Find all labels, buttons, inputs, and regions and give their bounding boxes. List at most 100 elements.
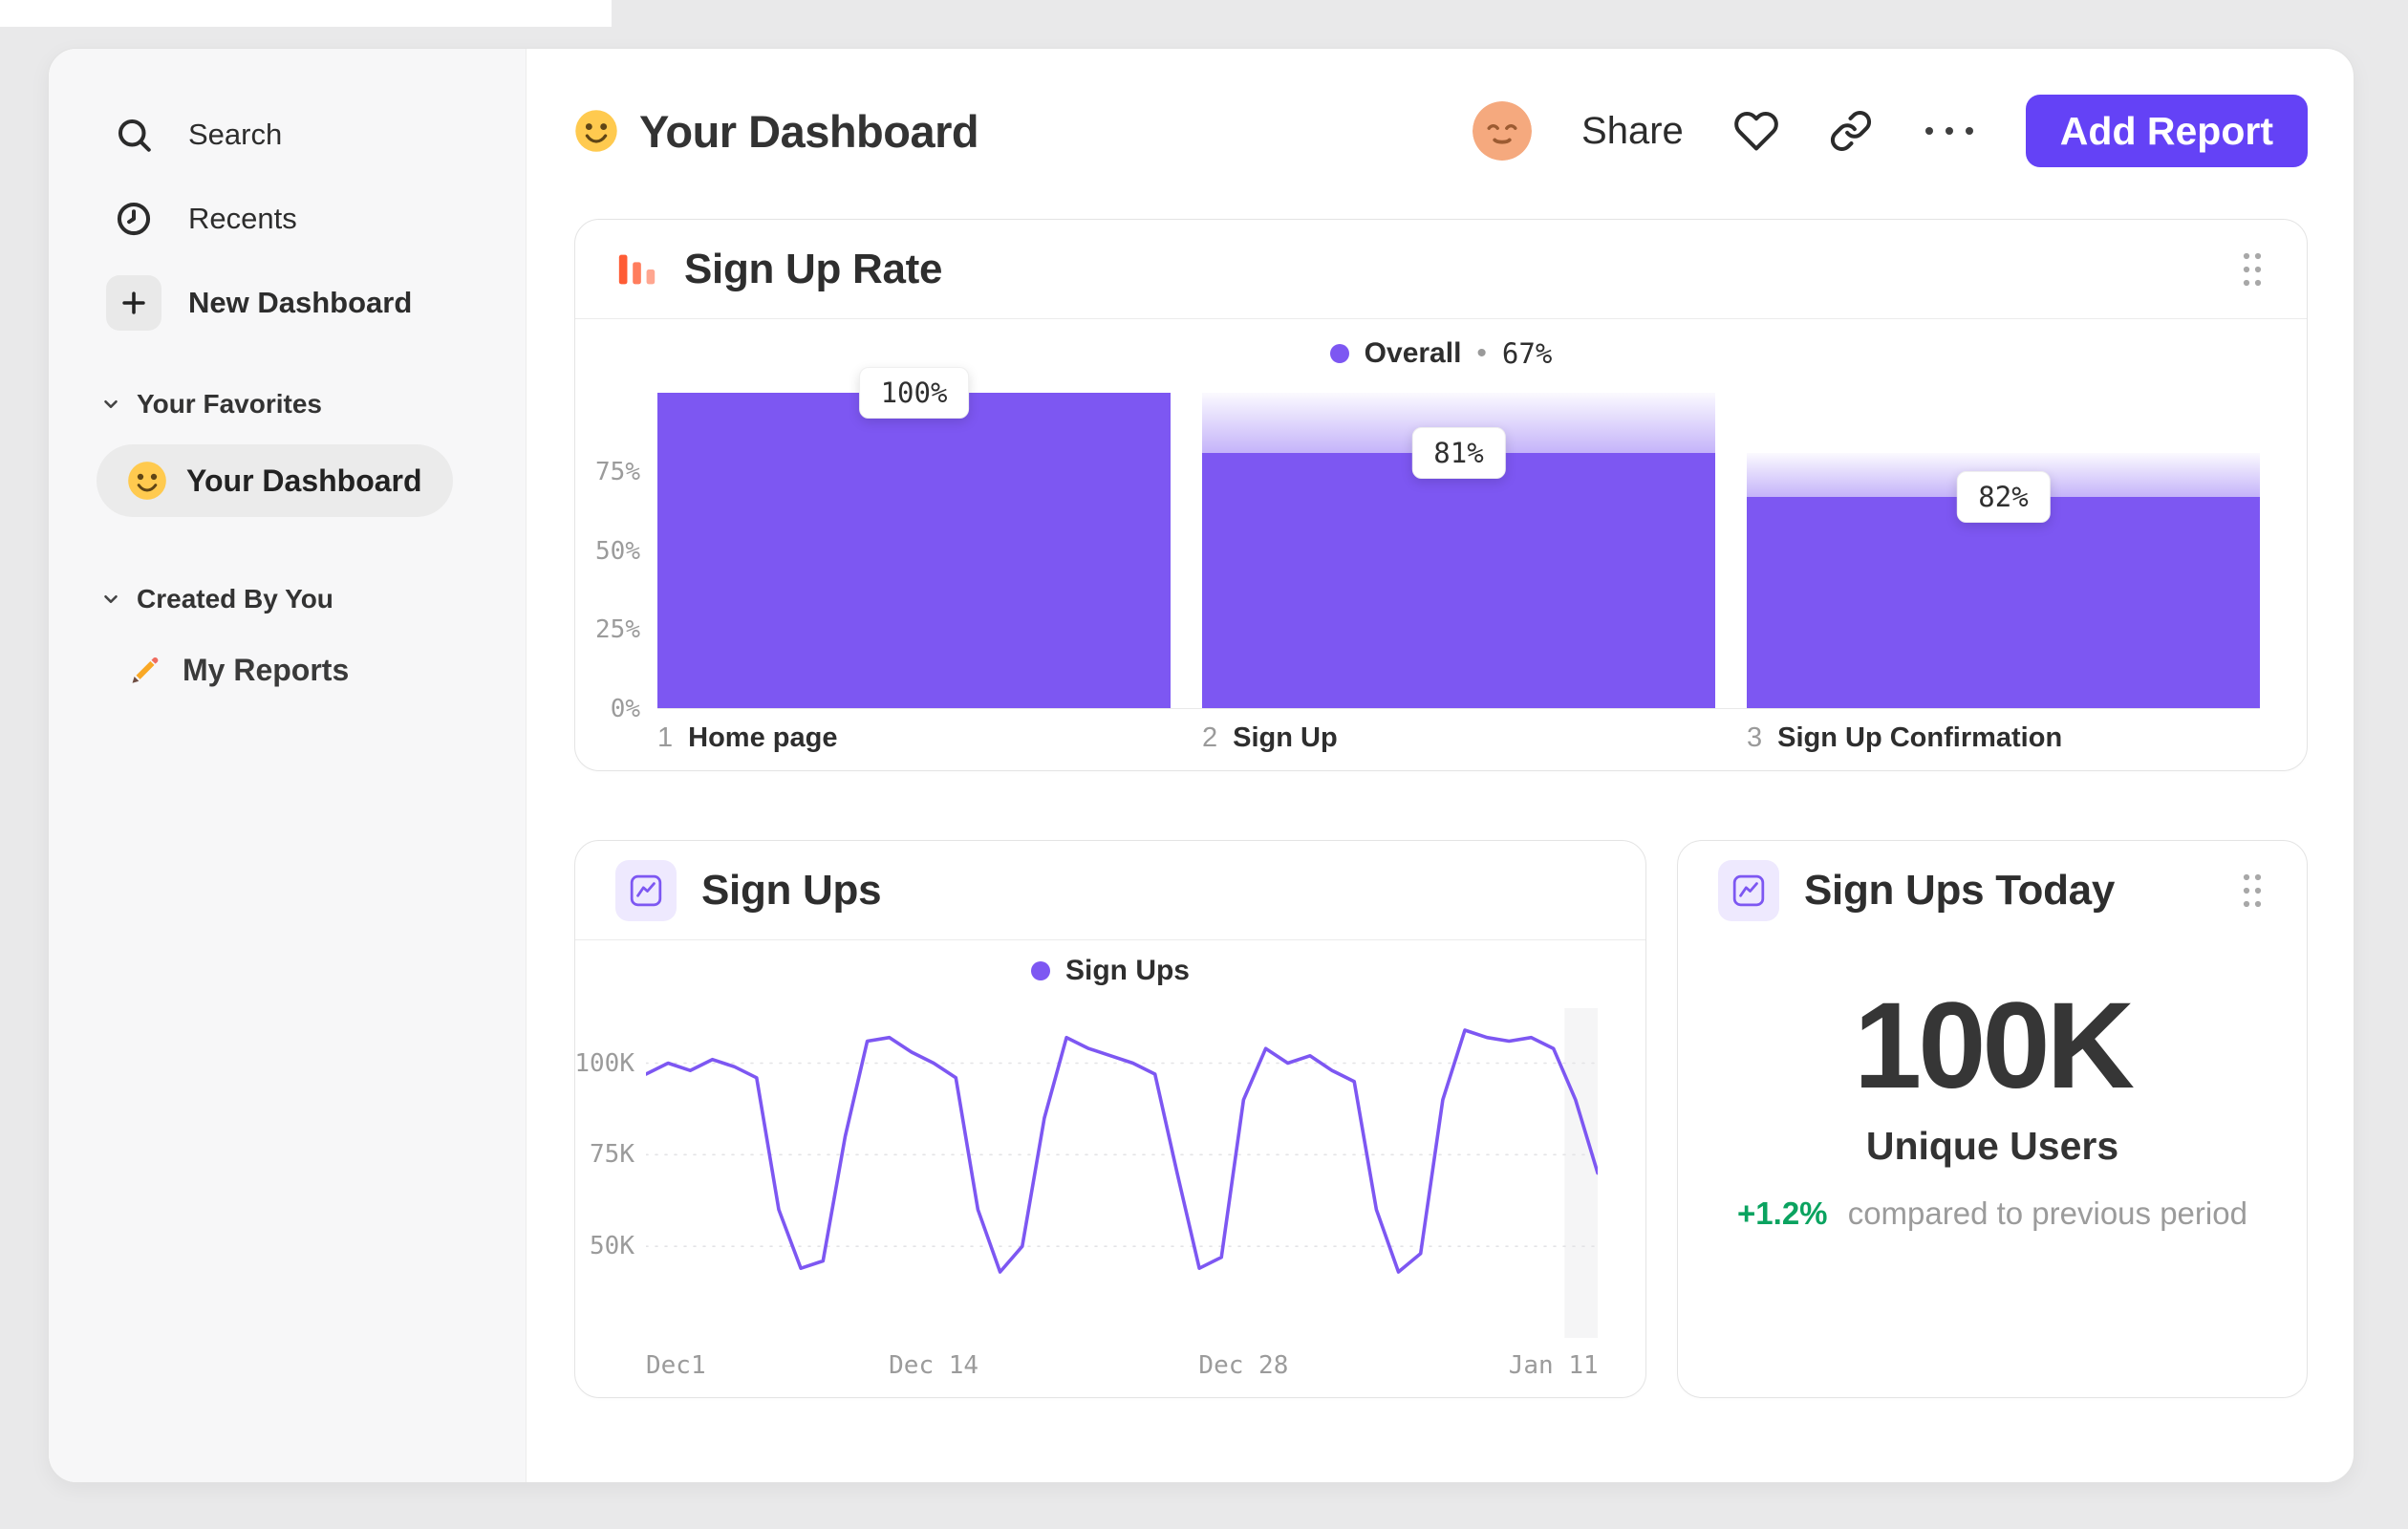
app-window: Search Recents New Dashboard Your Favori	[48, 48, 2354, 1483]
sidebar-item-recents[interactable]: Recents	[85, 177, 501, 261]
main-content: Your Dashboard Share Add Report Sign Up …	[527, 49, 2354, 1482]
add-report-button[interactable]: Add Report	[2025, 95, 2308, 167]
funnel-bar-solid	[1747, 496, 2260, 708]
metric-value: 100K	[1854, 978, 2135, 1114]
step-name: Home page	[688, 722, 838, 753]
funnel-bar-home-page[interactable]: 100%	[657, 367, 1171, 708]
section-label: Your Favorites	[137, 389, 322, 419]
line-chart-icon	[615, 859, 677, 921]
legend-dot	[1329, 344, 1349, 363]
card-header: Sign Ups Today	[1678, 841, 2307, 940]
funnel-bar-sign-up-confirmation[interactable]: 82%	[1747, 393, 2260, 708]
plus-icon	[106, 275, 161, 331]
card-title: Sign Ups Today	[1804, 867, 2116, 914]
y-tick-label: 100K	[574, 1048, 634, 1078]
funnel-bar-solid	[657, 393, 1171, 708]
step-name: Sign Up	[1233, 722, 1338, 753]
line-chart-icon	[1718, 860, 1779, 921]
drag-handle-icon[interactable]	[2238, 870, 2267, 912]
sign-up-rate-card: Sign Up Rate Overall • 67% 75% 50% 25% 0…	[574, 219, 2308, 771]
section-label: Created By You	[137, 584, 333, 614]
top-strip	[0, 0, 612, 27]
clock-icon	[106, 191, 161, 247]
sidebar-item-your-dashboard[interactable]: Your Dashboard	[97, 444, 453, 517]
favorites-section-toggle[interactable]: Your Favorites	[100, 377, 501, 431]
smiley-emoji-icon	[575, 110, 617, 152]
card-title: Sign Up Rate	[684, 245, 943, 292]
funnel-step-label: 3 Sign Up Confirmation	[1747, 722, 2260, 754]
created-by-you-section-toggle[interactable]: Created By You	[100, 572, 501, 626]
legend-name: Sign Ups	[1064, 955, 1190, 986]
x-tick-label: Dec1	[646, 1351, 706, 1380]
search-icon	[106, 107, 161, 162]
funnel-bar-solid	[1202, 452, 1715, 708]
line-y-axis: 100K 75K 50K	[574, 1008, 646, 1338]
metric-body: 100K Unique Users +1.2% compared to prev…	[1678, 940, 2307, 1232]
x-tick-label: Dec 28	[1198, 1351, 1289, 1380]
avatar[interactable]	[1473, 101, 1533, 161]
x-tick-label: Jan 11	[1508, 1351, 1599, 1380]
funnel-badge: 81%	[1411, 426, 1506, 479]
step-number: 1	[657, 722, 674, 753]
line-chart: 100K 75K 50K	[574, 1008, 1598, 1338]
metric-label: Unique Users	[1865, 1124, 2119, 1169]
y-tick-label: 75K	[590, 1140, 634, 1170]
funnel-step-label: 2 Sign Up	[1202, 722, 1715, 754]
sidebar-item-label: Recents	[188, 202, 297, 235]
funnel-bars: 100% 81% 82%	[657, 367, 2260, 709]
sidebar-item-new-dashboard[interactable]: New Dashboard	[85, 261, 501, 345]
more-options-icon[interactable]	[1923, 124, 1976, 138]
y-tick-label: 75%	[595, 457, 640, 486]
chevron-down-icon	[104, 399, 118, 409]
card-title: Sign Ups	[701, 866, 882, 914]
sidebar-item-label: Search	[188, 118, 283, 151]
legend-value: 67%	[1501, 337, 1553, 370]
card-header: Sign Ups	[575, 841, 1645, 940]
sidebar-item-label: New Dashboard	[188, 286, 413, 319]
legend-name: Overall	[1364, 337, 1462, 369]
funnel-y-axis: 75% 50% 25% 0%	[591, 393, 657, 723]
funnel-badge: 100%	[858, 367, 970, 419]
legend-dot	[1030, 961, 1050, 980]
sidebar-item-label: My Reports	[183, 652, 350, 687]
line-plot-area	[646, 1008, 1598, 1338]
x-tick-label: Dec 14	[889, 1351, 979, 1380]
y-tick-label: 50K	[590, 1232, 634, 1261]
sign-ups-today-card: Sign Ups Today 100K Unique Users +1.2% c…	[1677, 840, 2308, 1398]
funnel-step-label: 1 Home page	[657, 722, 1171, 754]
funnel-bar-sign-up[interactable]: 81%	[1202, 393, 1715, 708]
copy-link-icon[interactable]	[1829, 109, 1873, 153]
line-series-svg	[646, 1008, 1598, 1338]
page-title: Your Dashboard	[639, 105, 979, 157]
funnel-badge: 82%	[1956, 470, 2051, 523]
step-name: Sign Up Confirmation	[1777, 722, 2063, 753]
dashboard-header: Your Dashboard Share Add Report	[574, 83, 2308, 179]
y-tick-label: 0%	[610, 695, 640, 723]
header-actions: Share Add Report	[1473, 95, 2308, 167]
card-header: Sign Up Rate	[575, 220, 2307, 319]
funnel-legend: Overall • 67%	[575, 319, 2307, 388]
sign-ups-card: Sign Ups Sign Ups 100K 75K 50K Dec1 Dec …	[574, 840, 1646, 1398]
pencil-emoji-icon	[132, 657, 159, 683]
sidebar-item-search[interactable]: Search	[85, 93, 501, 177]
smiley-emoji-icon	[128, 462, 166, 500]
funnel-chart: 75% 50% 25% 0% 100% 81% 82%	[591, 367, 2260, 723]
sidebar-item-label: Your Dashboard	[186, 463, 422, 498]
favorite-heart-icon[interactable]	[1733, 108, 1779, 154]
line-x-axis: Dec1 Dec 14 Dec 28 Jan 11	[646, 1346, 1599, 1395]
funnel-chart-icon	[618, 254, 656, 284]
y-tick-label: 50%	[595, 536, 640, 566]
metric-delta-row: +1.2% compared to previous period	[1678, 1195, 2307, 1232]
line-legend: Sign Ups	[575, 940, 1645, 1001]
share-button[interactable]: Share	[1581, 110, 1684, 153]
delta-caption: compared to previous period	[1847, 1195, 2247, 1232]
legend-separator: •	[1476, 337, 1487, 369]
cards-row: Sign Ups Sign Ups 100K 75K 50K Dec1 Dec …	[574, 840, 2308, 1398]
sidebar: Search Recents New Dashboard Your Favori	[49, 49, 527, 1482]
sidebar-item-my-reports[interactable]: My Reports	[127, 635, 501, 704]
chevron-down-icon	[104, 594, 118, 604]
delta-value: +1.2%	[1737, 1195, 1828, 1232]
funnel-x-labels: 1 Home page 2 Sign Up 3 Sign Up Confirma…	[657, 722, 2260, 754]
drag-handle-icon[interactable]	[2238, 248, 2267, 291]
step-number: 3	[1747, 722, 1763, 753]
